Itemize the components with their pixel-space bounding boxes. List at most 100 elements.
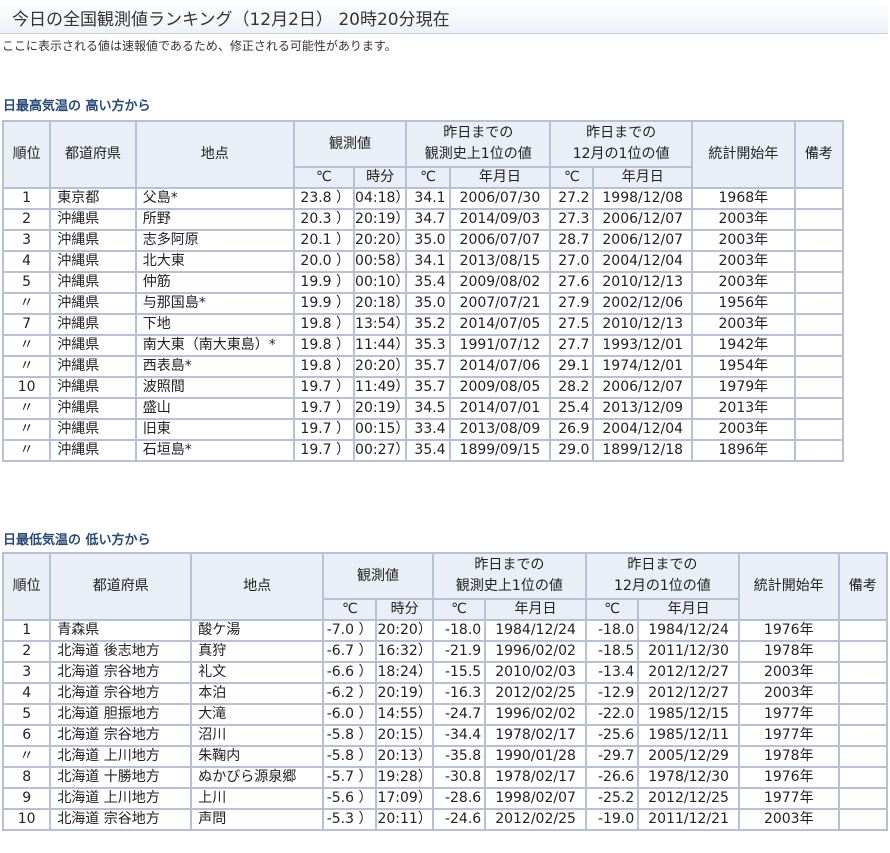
cell-prefecture: 沖縄県 [49,355,137,378]
cell-historical-value: 35.3 [405,334,451,357]
cell-month-value: -25.6 [584,724,640,747]
cell-rank: 2 [1,208,52,231]
cell-historical-date: 2006/07/30 [448,187,552,210]
cell-remarks [837,703,889,726]
header-month-record: 昨日までの 12月の1位の値 [549,120,694,168]
cell-rank: 〃 [1,397,52,420]
cell-rank: 4 [1,250,52,273]
header-point: 地点 [134,120,295,189]
cell-observed-time: 14:55） [375,703,434,726]
cell-historical-value: 35.4 [405,439,451,462]
cell-historical-date: 2009/08/02 [448,271,552,294]
cell-month-date: 2005/12/29 [637,745,740,768]
cell-observed-value: 19.8 ） [292,334,356,357]
cell-historical-date: 1998/02/07 [484,787,587,810]
header-hist-date: 年月日 [448,166,552,189]
cell-observed-value: -5.6 ） [322,787,378,810]
cell-historical-date: 2006/07/07 [448,229,552,252]
cell-historical-value: 34.7 [405,208,451,231]
cell-month-date: 2004/12/04 [592,250,694,273]
cell-historical-date: 1990/01/28 [484,745,587,768]
cell-observed-time: 20:11） [375,808,434,831]
disclaimer-note: ここに表示される値は速報値であるため、修正される可能性があります。 [2,39,397,53]
cell-point: 酸ケ湯 [190,619,325,642]
table-row: 6 北海道 宗谷地方 沼川 -5.8 ） 20:15） -34.4 1978/02/17 -2… [1,724,889,747]
cell-start-year: 1942年 [691,334,796,357]
cell-month-date: 2010/12/13 [592,271,694,294]
cell-point: 仲筋 [134,271,295,294]
cell-historical-value: -24.6 [431,808,487,831]
cell-start-year: 1977年 [737,724,840,747]
cell-month-date: 1899/12/18 [592,439,694,462]
cell-remarks [793,229,845,252]
cell-rank: 7 [1,313,52,336]
cell-observed-time: 00:27） [353,439,408,462]
header-hist-date: 年月日 [484,598,587,621]
table-row: 8 北海道 十勝地方 ぬかびら源泉郷 -5.7 ） 19:28） -30.8 1978/02… [1,766,889,789]
cell-observed-value: 19.9 ） [292,292,356,315]
cell-historical-value: 35.4 [405,271,451,294]
cell-month-date: 1984/12/24 [637,619,740,642]
cell-historical-date: 1978/02/17 [484,766,587,789]
cell-month-value: 28.7 [549,229,595,252]
header-hist-deg: ℃ [431,598,487,621]
cell-remarks [793,334,845,357]
cell-observed-time: 00:10） [353,271,408,294]
cell-month-value: 27.3 [549,208,595,231]
cell-historical-value: -21.9 [431,640,487,663]
cell-start-year: 1977年 [737,787,840,810]
cell-historical-date: 2013/08/15 [448,250,552,273]
cell-historical-value: 35.7 [405,376,451,399]
cell-rank: 5 [1,271,52,294]
cell-prefecture: 北海道 後志地方 [49,640,193,663]
table-row: 2 北海道 後志地方 真狩 -6.7 ） 16:32） -21.9 1996/02/02 -1… [1,640,889,663]
cell-start-year: 1896年 [691,439,796,462]
cell-start-year: 2003年 [737,808,840,831]
cell-historical-date: 2012/02/25 [484,808,587,831]
cell-month-value: 29.0 [549,439,595,462]
cell-month-value: 27.6 [549,271,595,294]
cell-remarks [837,766,889,789]
cell-prefecture: 北海道 宗谷地方 [49,682,193,705]
cell-rank: 5 [1,703,52,726]
cell-prefecture: 北海道 宗谷地方 [49,661,193,684]
cell-rank: 10 [1,808,52,831]
cell-remarks [793,271,845,294]
cell-remarks [793,439,845,462]
table-row: 9 北海道 上川地方 上川 -5.6 ） 17:09） -28.6 1998/02/07 -2… [1,787,889,810]
cell-point: 大滝 [190,703,325,726]
cell-historical-value: 35.0 [405,292,451,315]
cell-historical-value: -35.8 [431,745,487,768]
cell-prefecture: 沖縄県 [49,376,137,399]
cell-prefecture: 沖縄県 [49,313,137,336]
cell-prefecture: 東京都 [49,187,137,210]
cell-observed-value: -6.7 ） [322,640,378,663]
table-row: 7 沖縄県 下地 19.8 ） 13:54） 35.2 2014/07/05 27.5 2010… [1,313,845,336]
cell-rank: 10 [1,376,52,399]
header-observed: 観測値 [292,120,408,168]
cell-month-date: 1978/12/30 [637,766,740,789]
cell-historical-date: 1984/12/24 [484,619,587,642]
cell-month-date: 2006/12/07 [592,229,694,252]
cell-remarks [793,313,845,336]
cell-observed-value: -7.0 ） [322,619,378,642]
table-row: 3 沖縄県 志多阿原 20.1 ） 20:20） 35.0 2006/07/07 28.7 20… [1,229,845,252]
cell-observed-value: -5.7 ） [322,766,378,789]
cell-observed-value: 19.7 ） [292,376,356,399]
cell-observed-time: 20:13） [375,745,434,768]
high-temp-table: 順位 都道府県 地点 観測値 昨日までの 観測史上1位の値 昨日までの 12月の… [1,120,845,462]
cell-prefecture: 沖縄県 [49,208,137,231]
table-row: 5 沖縄県 仲筋 19.9 ） 00:10） 35.4 2009/08/02 27.6 2010… [1,271,845,294]
cell-rank: 〃 [1,418,52,441]
table-row: 〃沖縄県 盛山 19.7 ） 20:19） 34.5 2014/07/01 25.4 2013… [1,397,845,420]
cell-start-year: 2003年 [691,250,796,273]
cell-observed-time: 19:28） [375,766,434,789]
header-month-deg: ℃ [584,598,640,621]
cell-observed-value: 20.3 ） [292,208,356,231]
cell-observed-value: 19.7 ） [292,397,356,420]
cell-observed-value: -5.3 ） [322,808,378,831]
cell-observed-time: 20:19） [375,682,434,705]
cell-month-value: 28.2 [549,376,595,399]
cell-start-year: 2003年 [737,682,840,705]
cell-start-year: 1956年 [691,292,796,315]
